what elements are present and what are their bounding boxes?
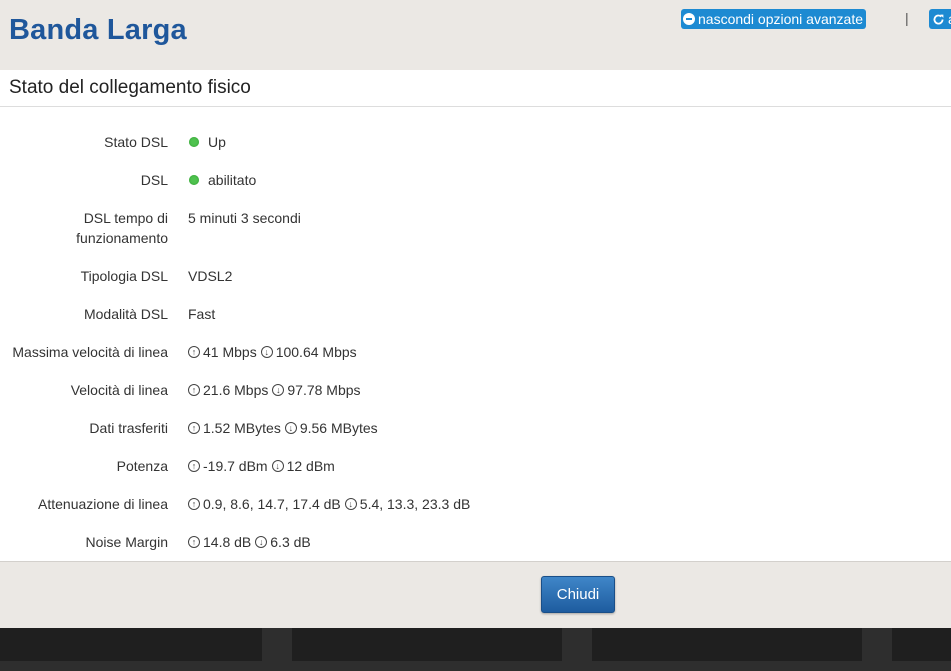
separator: | <box>905 10 909 26</box>
background-panel <box>892 628 951 661</box>
row-value: Fast <box>188 306 216 322</box>
status-dot-icon <box>189 137 199 147</box>
row-label: Stato DSL <box>104 134 168 150</box>
arrow-down-circle-icon: ↓ <box>344 498 357 510</box>
arrow-up-circle-icon: ↑ <box>188 384 200 396</box>
arrow-up-circle-icon: ↑ <box>188 346 200 358</box>
divider <box>0 106 951 107</box>
minus-circle-icon <box>683 13 695 25</box>
upstream-value: -19.7 dBm <box>203 458 268 474</box>
status-text: abilitato <box>208 172 257 188</box>
background-panel <box>0 628 262 661</box>
close-button[interactable]: Chiudi <box>541 576 615 613</box>
background-panel <box>292 628 562 661</box>
arrow-down-circle-icon: ↓ <box>272 384 285 396</box>
downstream-value: 100.64 Mbps <box>275 344 357 360</box>
arrow-down-circle-icon: ↓ <box>260 346 273 358</box>
row-label: Noise Margin <box>85 534 168 550</box>
row-label: Modalità DSL <box>83 306 168 322</box>
section-title: Stato del collegamento fisico <box>9 77 251 98</box>
modal-header: Banda Larga nascondi opzioni avanzate | … <box>0 0 951 70</box>
upstream-value: 14.8 dB <box>203 534 252 550</box>
refresh-icon <box>933 14 944 24</box>
downstream-value: 9.56 MBytes <box>299 420 378 436</box>
row-value: ↑ 0.9, 8.6, 14.7, 17.4 dB ↓ 5.4, 13.3, 2… <box>188 494 470 514</box>
hide-advanced-options-label: nascondi opzioni avanzate <box>698 11 864 27</box>
upstream-value: 0.9, 8.6, 14.7, 17.4 dB <box>203 496 341 512</box>
downstream-value: 5.4, 13.3, 23.3 dB <box>359 496 471 512</box>
row-value: Up <box>188 132 226 152</box>
row-value: ↑ -19.7 dBm ↓ 12 dBm <box>188 456 335 476</box>
modal-dialog: Banda Larga nascondi opzioni avanzate | … <box>0 0 951 629</box>
downstream-value: 97.78 Mbps <box>287 382 361 398</box>
row-value: ↑ 21.6 Mbps ↓ 97.78 Mbps <box>188 380 361 400</box>
arrow-up-circle-icon: ↑ <box>188 422 200 434</box>
arrow-down-circle-icon: ↓ <box>255 536 268 548</box>
arrow-up-circle-icon: ↑ <box>188 460 200 472</box>
row-value: 5 minuti 3 secondi <box>188 210 301 226</box>
downstream-value: 12 dBm <box>286 458 335 474</box>
modal-footer: Chiudi <box>0 561 951 629</box>
row-label: Massima velocità di linea <box>12 344 168 360</box>
row-value: ↑ 41 Mbps ↓ 100.64 Mbps <box>188 342 357 362</box>
hide-advanced-options-button[interactable]: nascondi opzioni avanzate <box>681 9 867 29</box>
row-value: VDSL2 <box>188 268 233 284</box>
status-text: Up <box>208 134 226 150</box>
arrow-up-circle-icon: ↑ <box>188 498 200 510</box>
row-label: Tipologia DSL <box>80 268 168 284</box>
refresh-button[interactable]: a <box>929 9 951 29</box>
row-value: abilitato <box>188 170 256 190</box>
row-label: Potenza <box>116 458 168 474</box>
upstream-value: 41 Mbps <box>203 344 257 360</box>
upstream-value: 21.6 Mbps <box>203 382 269 398</box>
row-label: Dati trasferiti <box>89 420 168 436</box>
upstream-value: 1.52 MBytes <box>203 420 281 436</box>
arrow-down-circle-icon: ↓ <box>284 422 297 434</box>
row-label: DSL <box>140 172 168 188</box>
background-panel <box>592 628 862 661</box>
page-title: Banda Larga <box>9 14 187 46</box>
row-value: ↑ 1.52 MBytes ↓ 9.56 MBytes <box>188 418 378 438</box>
downstream-value: 6.3 dB <box>270 534 311 550</box>
row-label: Attenuazione di linea <box>38 496 168 512</box>
arrow-down-circle-icon: ↓ <box>271 460 284 472</box>
row-label: Velocità di linea <box>70 382 168 398</box>
row-value: ↑ 14.8 dB ↓ 6.3 dB <box>188 532 311 552</box>
arrow-up-circle-icon: ↑ <box>188 536 200 548</box>
row-label: DSL tempo di funzionamento <box>76 210 168 246</box>
status-dot-icon <box>189 175 199 185</box>
